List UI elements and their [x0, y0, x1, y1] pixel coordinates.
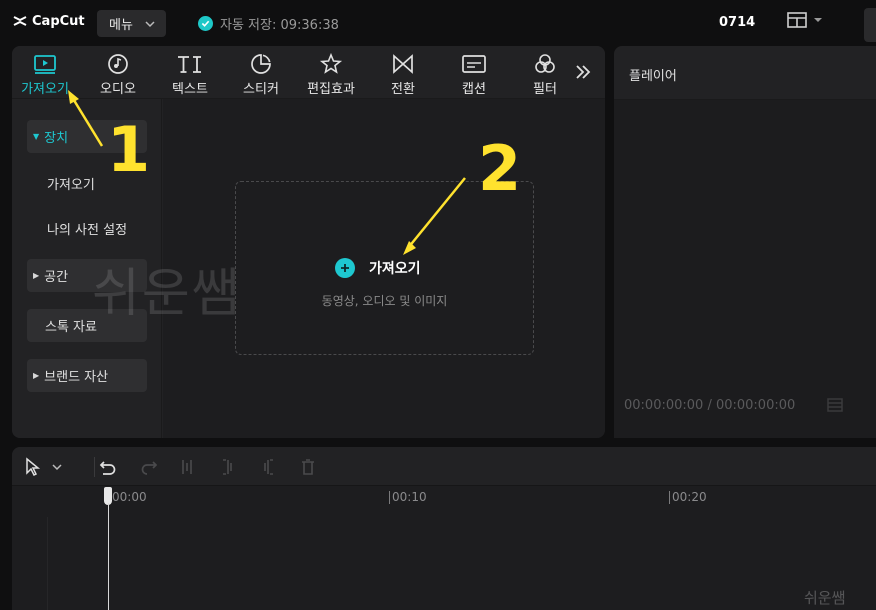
chevron-down-icon	[52, 464, 62, 471]
redo-button[interactable]	[139, 457, 159, 477]
caret-right-icon: ▶	[33, 271, 40, 280]
autosave-status: 자동 저장: 09:36:38	[198, 14, 339, 33]
split-right-icon	[264, 459, 273, 475]
timeline-ruler[interactable]: 00:00 00:10 00:20	[12, 487, 876, 509]
app-logo: CapCut	[12, 13, 85, 29]
ruler-label: 00:20	[672, 490, 707, 504]
media-panel: 가져오기 오디오 텍스트 스티커 편집효과 전환 캡션 필터 ▼ 장치 가져오기…	[12, 46, 605, 438]
ruler-label: 00:10	[392, 490, 427, 504]
sidebar-item-label: 장치	[44, 131, 69, 146]
tab-text[interactable]: 텍스트	[157, 52, 223, 98]
sidebar-item-label: 스톡 자료	[45, 320, 97, 335]
sidebar-item-label: 나의 사전 설정	[47, 223, 128, 238]
capcut-logo-icon	[13, 16, 27, 26]
tab-caption[interactable]: 캡션	[441, 52, 507, 98]
sidebar-item-label: 공간	[44, 270, 69, 285]
ruler-tick	[389, 491, 390, 504]
sidebar-item-presets[interactable]: 나의 사전 설정	[27, 212, 147, 245]
menu-button-label: 메뉴	[109, 18, 133, 33]
filter-icon	[535, 54, 555, 73]
layout-icon	[787, 12, 807, 28]
tab-label: 가져오기	[21, 82, 69, 97]
import-label: 가져오기	[369, 261, 421, 277]
watermark-small: 쉬운쌤	[804, 589, 846, 607]
sidebar-item-label: 가져오기	[47, 178, 95, 193]
tab-import[interactable]: 가져오기	[12, 52, 78, 98]
split-icon	[182, 460, 192, 474]
ruler-label: 00:00	[112, 490, 147, 504]
tab-transition[interactable]: 전환	[370, 52, 436, 98]
tab-label: 캡션	[462, 82, 486, 97]
split-left-icon	[223, 459, 232, 475]
trash-icon	[302, 459, 314, 475]
caption-icon	[462, 55, 486, 73]
caret-down-icon	[814, 18, 822, 22]
tab-sticker[interactable]: 스티커	[228, 52, 294, 98]
player-viewport: 00:00:00:00 / 00:00:00:00	[614, 99, 876, 438]
annotation-step-1: 1	[107, 113, 151, 186]
import-subtitle: 동영상, 오디오 및 이미지	[321, 294, 448, 308]
text-icon	[178, 56, 201, 73]
caret-down-icon: ▼	[33, 132, 40, 141]
list-icon[interactable]	[826, 397, 844, 417]
split-right-button[interactable]	[260, 457, 276, 477]
effects-icon	[319, 53, 343, 74]
autosave-text: 자동 저장: 09:36:38	[220, 18, 339, 33]
menu-button[interactable]: 메뉴	[97, 10, 166, 37]
track-divider	[47, 517, 48, 610]
sticker-icon	[251, 54, 271, 74]
player-panel: 플레이어 00:00:00:00 / 00:00:00:00	[614, 46, 876, 438]
audio-icon	[108, 54, 128, 74]
player-title: 플레이어	[629, 69, 677, 84]
tab-label: 오디오	[100, 82, 136, 97]
transition-icon	[393, 54, 413, 74]
ruler-tick	[669, 491, 670, 504]
cursor-arrow-icon	[26, 457, 41, 477]
plus-icon	[335, 258, 355, 278]
chevron-down-icon	[145, 20, 155, 27]
tab-audio[interactable]: 오디오	[85, 52, 151, 98]
select-tool-button[interactable]	[24, 457, 62, 477]
project-name[interactable]: 0714	[719, 15, 755, 30]
tab-filter[interactable]: 필터	[512, 52, 578, 98]
tab-label: 필터	[533, 82, 557, 97]
media-icon	[34, 55, 56, 74]
annotation-step-2: 2	[478, 132, 522, 205]
undo-button[interactable]	[98, 457, 118, 477]
import-dropzone[interactable]: 가져오기 동영상, 오디오 및 이미지	[235, 181, 534, 355]
split-left-button[interactable]	[220, 457, 236, 477]
sidebar-item-brand[interactable]: ▶ 브랜드 자산	[27, 359, 147, 392]
double-chevron-right-icon	[576, 65, 591, 79]
tool-tabs: 가져오기 오디오 텍스트 스티커 편집효과 전환 캡션 필터	[12, 46, 605, 99]
sidebar-item-label: 브랜드 자산	[44, 370, 109, 385]
timeline-panel: 00:00 00:10 00:20	[12, 447, 876, 610]
undo-icon	[99, 461, 116, 475]
delete-button[interactable]	[300, 457, 316, 477]
timeline-toolbar	[12, 447, 876, 486]
split-button[interactable]	[179, 457, 195, 477]
tab-label: 전환	[391, 82, 415, 97]
export-button-edge[interactable]	[864, 8, 876, 42]
redo-icon	[141, 461, 158, 475]
caret-right-icon: ▶	[33, 371, 40, 380]
tab-effects[interactable]: 편집효과	[298, 52, 364, 98]
layout-button[interactable]	[787, 12, 823, 28]
tab-label: 텍스트	[172, 82, 208, 97]
import-button[interactable]: 가져오기	[335, 258, 421, 278]
player-timecode: 00:00:00:00 / 00:00:00:00	[624, 398, 796, 413]
tab-label: 편집효과	[307, 82, 355, 97]
playhead-line	[108, 503, 109, 610]
tab-label: 스티커	[243, 82, 279, 97]
more-tabs-button[interactable]	[574, 64, 592, 84]
watermark: 쉬운쌤	[92, 264, 242, 324]
check-circle-icon	[198, 16, 213, 31]
title-bar: CapCut 메뉴 자동 저장: 09:36:38 0714	[0, 0, 876, 46]
toolbar-divider	[94, 457, 95, 477]
app-logo-text: CapCut	[32, 13, 85, 29]
